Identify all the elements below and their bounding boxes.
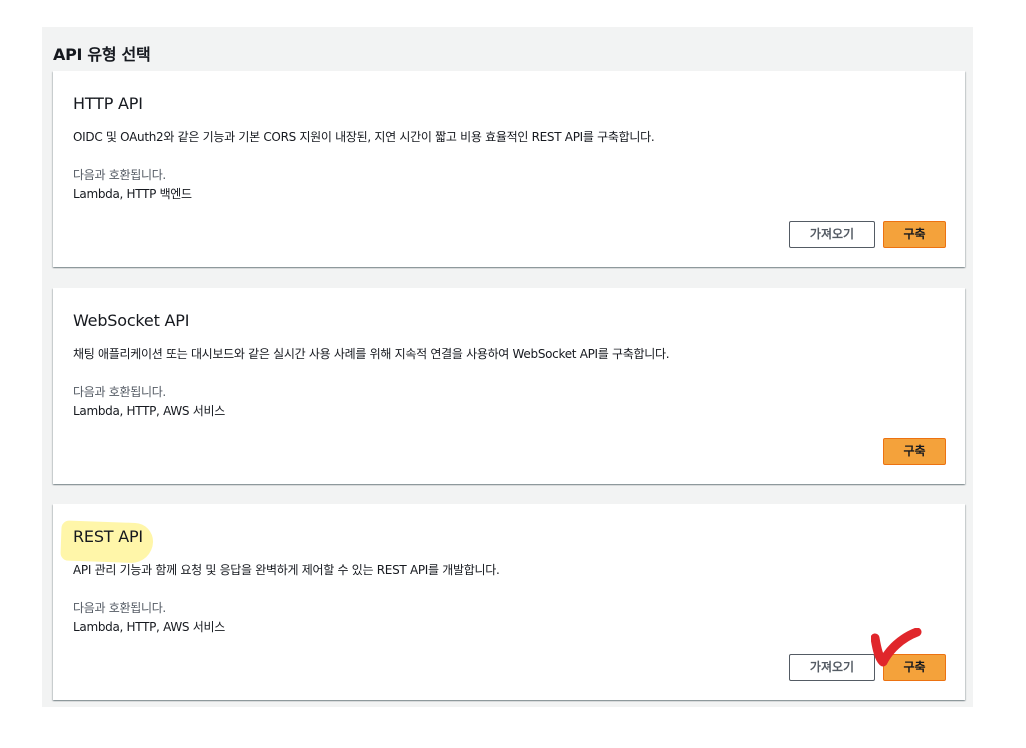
card-description: OIDC 및 OAuth2와 같은 기능과 기본 CORS 지원이 내장된, 지… [73,130,655,144]
compat-value: Lambda, HTTP, AWS 서비스 [73,620,225,634]
import-button-rest-api[interactable]: 가져오기 [789,654,875,681]
build-button-rest-api[interactable]: 구축 [883,654,946,681]
build-button-http-api[interactable]: 구축 [883,221,946,248]
compat-label: 다음과 호환됩니다. [73,168,166,182]
compat-value: Lambda, HTTP, AWS 서비스 [73,404,225,418]
build-button-websocket-api[interactable]: 구축 [883,438,946,465]
rest-api-card: REST API API 관리 기능과 함께 요청 및 응답을 완벽하게 제어할… [53,504,965,700]
card-title-rest-api: REST API [73,527,143,546]
section-title: API 유형 선택 [53,45,151,64]
compat-label: 다음과 호환됩니다. [73,385,166,399]
import-button-http-api[interactable]: 가져오기 [789,221,875,248]
compat-label: 다음과 호환됩니다. [73,601,166,615]
compat-value: Lambda, HTTP 백엔드 [73,187,192,201]
api-type-panel: API 유형 선택 HTTP API OIDC 및 OAuth2와 같은 기능과… [42,27,973,707]
card-description: 채팅 애플리케이션 또는 대시보드와 같은 실시간 사용 사례를 위해 지속적 … [73,347,670,361]
card-title-http-api: HTTP API [73,94,143,113]
websocket-api-card: WebSocket API 채팅 애플리케이션 또는 대시보드와 같은 실시간 … [53,288,965,484]
card-description: API 관리 기능과 함께 요청 및 응답을 완벽하게 제어할 수 있는 RES… [73,563,500,577]
http-api-card: HTTP API OIDC 및 OAuth2와 같은 기능과 기본 CORS 지… [53,71,965,267]
card-title-websocket-api: WebSocket API [73,311,190,330]
